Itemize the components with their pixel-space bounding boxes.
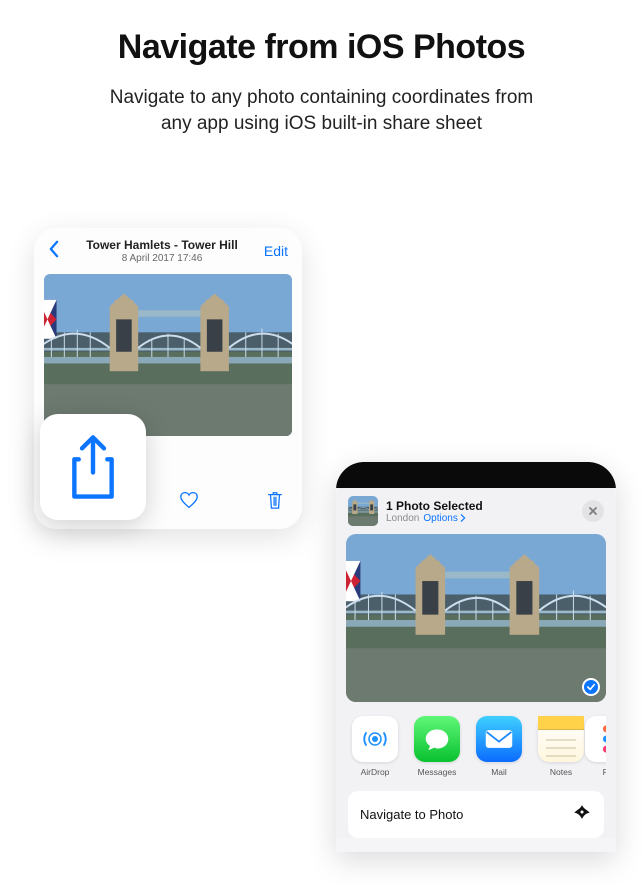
delete-button[interactable] — [266, 490, 284, 515]
share-options-button[interactable]: Options — [423, 513, 465, 524]
selected-check-icon — [582, 678, 600, 696]
subtitle-line2: any app using iOS built-in share sheet — [161, 113, 482, 134]
share-apps-row: AirDrop Messages Mail Notes — [346, 702, 606, 787]
app-mail[interactable]: Mail — [474, 716, 524, 777]
favorite-button[interactable] — [179, 491, 199, 514]
airdrop-icon — [352, 716, 398, 762]
photos-header: Tower Hamlets - Tower Hill 8 April 2017 … — [34, 228, 302, 270]
app-label: Messages — [418, 767, 457, 777]
share-sheet-header: 1 Photo Selected London Options — [346, 494, 606, 534]
share-location: London — [386, 513, 419, 524]
reminders-icon — [585, 716, 606, 762]
share-photo-preview[interactable] — [346, 534, 606, 702]
app-label: Notes — [550, 767, 572, 777]
share-sheet: 1 Photo Selected London Options — [336, 484, 616, 838]
notes-icon — [538, 716, 584, 762]
app-notes[interactable]: Notes — [536, 716, 586, 777]
app-airdrop[interactable]: AirDrop — [350, 716, 400, 777]
photo-location-title: Tower Hamlets - Tower Hill — [68, 238, 256, 252]
page-subtitle: Navigate to any photo containing coordin… — [0, 85, 643, 136]
app-reminders[interactable]: Re — [598, 716, 606, 777]
navigate-to-photo-action[interactable]: Navigate to Photo — [348, 791, 604, 838]
page-title: Navigate from iOS Photos — [0, 28, 643, 67]
navigate-app-icon — [572, 803, 592, 826]
app-label: Mail — [491, 767, 507, 777]
photo-title-block: Tower Hamlets - Tower Hill 8 April 2017 … — [68, 238, 256, 264]
close-button[interactable] — [582, 500, 604, 522]
back-button[interactable] — [48, 240, 68, 263]
mail-icon — [476, 716, 522, 762]
action-label: Navigate to Photo — [360, 807, 463, 822]
edit-button[interactable]: Edit — [256, 243, 288, 259]
photo-datetime: 8 April 2017 17:46 — [68, 253, 256, 264]
share-selected-count: 1 Photo Selected — [386, 499, 483, 513]
app-label: AirDrop — [361, 767, 390, 777]
photo-preview[interactable] — [44, 274, 292, 436]
app-label: Re — [603, 767, 606, 777]
share-header-text: 1 Photo Selected London Options — [386, 499, 483, 524]
device-notch — [336, 462, 616, 488]
messages-icon — [414, 716, 460, 762]
app-messages[interactable]: Messages — [412, 716, 462, 777]
subtitle-line1: Navigate to any photo containing coordin… — [110, 87, 534, 108]
share-sheet-card: 1 Photo Selected London Options — [336, 462, 616, 852]
share-button[interactable] — [40, 414, 146, 520]
share-thumbnail — [348, 496, 378, 526]
